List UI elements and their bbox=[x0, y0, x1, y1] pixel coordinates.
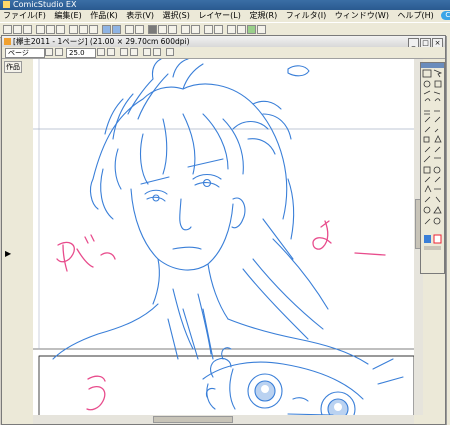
gradient-icon bbox=[433, 206, 442, 214]
fill-tool-icon bbox=[434, 135, 442, 143]
pencil-icon bbox=[424, 146, 441, 153]
zoom-in-icon[interactable] bbox=[102, 25, 111, 34]
menu-bar: ファイル(F) 編集(E) 作品(K) 表示(V) 選択(S) レイヤー(L) … bbox=[0, 10, 450, 22]
text-tool-icon bbox=[424, 185, 441, 193]
background-swatch-icon bbox=[433, 234, 442, 244]
spray-icon bbox=[423, 206, 431, 214]
maximize-button[interactable]: □ bbox=[420, 38, 431, 47]
zoom-up-icon[interactable] bbox=[107, 48, 115, 56]
zoom-tool-icon bbox=[433, 217, 441, 225]
new-icon[interactable] bbox=[3, 25, 12, 34]
color-swatch-icon bbox=[424, 235, 431, 243]
view-toolbar: ページ 25.0 bbox=[2, 47, 445, 59]
ruler-icon[interactable] bbox=[148, 25, 157, 34]
eyedropper-icon bbox=[424, 218, 431, 225]
page-sidebar: 作品 ▶ bbox=[2, 59, 33, 419]
ellipse-tool-icon bbox=[433, 166, 441, 174]
document-title: [欅主2011 - 1ページ] (21.00 × 29.70cm 600dpi) bbox=[13, 37, 190, 46]
document-window: [欅主2011 - 1ページ] (21.00 × 29.70cm 600dpi)… bbox=[1, 35, 446, 425]
drawing-canvas[interactable] bbox=[33, 59, 414, 415]
frame-icon[interactable] bbox=[168, 25, 177, 34]
blur-icon bbox=[424, 196, 441, 203]
menu-ruler[interactable]: 定規(R) bbox=[246, 10, 280, 22]
lasso-icon bbox=[434, 80, 442, 88]
marker-icon bbox=[424, 176, 441, 183]
open-icon[interactable] bbox=[13, 25, 22, 34]
minimize-button[interactable]: _ bbox=[408, 38, 419, 47]
menu-layer[interactable]: レイヤー(L) bbox=[195, 10, 243, 22]
menu-view[interactable]: 表示(V) bbox=[123, 10, 157, 22]
copy-icon[interactable] bbox=[79, 25, 88, 34]
page-selector[interactable]: ページ bbox=[5, 48, 45, 58]
zoom-out-icon[interactable] bbox=[112, 25, 121, 34]
window-controls: _ □ × bbox=[407, 37, 443, 47]
arrow-tool-icon bbox=[433, 69, 443, 78]
menu-select[interactable]: 選択(S) bbox=[160, 10, 193, 22]
menu-edit[interactable]: 編集(E) bbox=[51, 10, 84, 22]
menu-window[interactable]: ウィンドウ(W) bbox=[332, 10, 392, 22]
brush-icon bbox=[424, 126, 439, 133]
preview-icon[interactable] bbox=[204, 25, 213, 34]
document-icon bbox=[4, 38, 11, 45]
grid-icon[interactable] bbox=[135, 25, 144, 34]
menu-filter[interactable]: フィルタ(I) bbox=[283, 10, 329, 22]
eraser-icon bbox=[423, 136, 430, 143]
right-panel-edge bbox=[446, 36, 450, 425]
title-bar: ComicStudio EX bbox=[0, 0, 450, 10]
sidebar-tab-work[interactable]: 作品 bbox=[4, 61, 22, 73]
guide-icon[interactable] bbox=[237, 25, 246, 34]
rotate-left-icon[interactable] bbox=[120, 48, 128, 56]
page-prev-icon[interactable] bbox=[45, 48, 53, 56]
app-title: ComicStudio EX bbox=[13, 0, 77, 9]
app-icon bbox=[3, 1, 10, 8]
app-window: ComicStudio EX ファイル(F) 編集(E) 作品(K) 表示(V)… bbox=[0, 0, 450, 425]
tool-icons bbox=[422, 69, 443, 250]
select-tool-icon bbox=[422, 69, 432, 78]
line-tool-icon bbox=[423, 155, 441, 163]
document-title-bar: [欅主2011 - 1ページ] (21.00 × 29.70cm 600dpi)… bbox=[2, 36, 445, 47]
close-button[interactable]: × bbox=[432, 38, 443, 47]
undo-icon[interactable] bbox=[46, 25, 55, 34]
save-icon[interactable] bbox=[23, 25, 32, 34]
horizontal-scroll-thumb[interactable] bbox=[153, 416, 233, 423]
paste-icon[interactable] bbox=[89, 25, 98, 34]
display-mode-icon[interactable] bbox=[166, 48, 174, 56]
menu-help[interactable]: ヘルプ(H) bbox=[395, 10, 437, 22]
zoom-down-icon[interactable] bbox=[97, 48, 105, 56]
collapse-arrow-icon[interactable]: ▶ bbox=[5, 249, 11, 258]
spread-icon[interactable] bbox=[191, 25, 200, 34]
sketch-artwork bbox=[33, 59, 414, 415]
rotate-icon[interactable] bbox=[125, 25, 134, 34]
rect-tool-icon bbox=[423, 166, 431, 174]
magnifier-icon bbox=[423, 80, 431, 88]
zoom-field[interactable]: 25.0 bbox=[66, 48, 96, 58]
page-next-icon[interactable] bbox=[55, 48, 63, 56]
fit-page-icon[interactable] bbox=[153, 48, 161, 56]
flip-icon[interactable] bbox=[143, 48, 151, 56]
redo-icon[interactable] bbox=[56, 25, 65, 34]
color-icon[interactable] bbox=[247, 25, 256, 34]
pen-tool-icon bbox=[424, 116, 441, 123]
menu-file[interactable]: ファイル(F) bbox=[0, 10, 49, 22]
tone-icon[interactable] bbox=[257, 25, 266, 34]
app-logo: ComicStudio bbox=[441, 11, 450, 20]
grid-tool-icon bbox=[424, 110, 440, 115]
tool-palette bbox=[420, 62, 445, 274]
snap-icon[interactable] bbox=[227, 25, 236, 34]
rotate-right-icon[interactable] bbox=[130, 48, 138, 56]
cut-icon[interactable] bbox=[69, 25, 78, 34]
hand-icon bbox=[424, 98, 441, 102]
horizontal-scrollbar[interactable] bbox=[33, 415, 414, 424]
page-icon[interactable] bbox=[181, 25, 190, 34]
opacity-slider-icon bbox=[424, 246, 441, 250]
print-icon[interactable] bbox=[36, 25, 45, 34]
ruler-tool-icon bbox=[423, 90, 441, 95]
fit-icon[interactable] bbox=[214, 25, 223, 34]
layer-icon[interactable] bbox=[158, 25, 167, 34]
menu-work[interactable]: 作品(K) bbox=[87, 10, 121, 22]
